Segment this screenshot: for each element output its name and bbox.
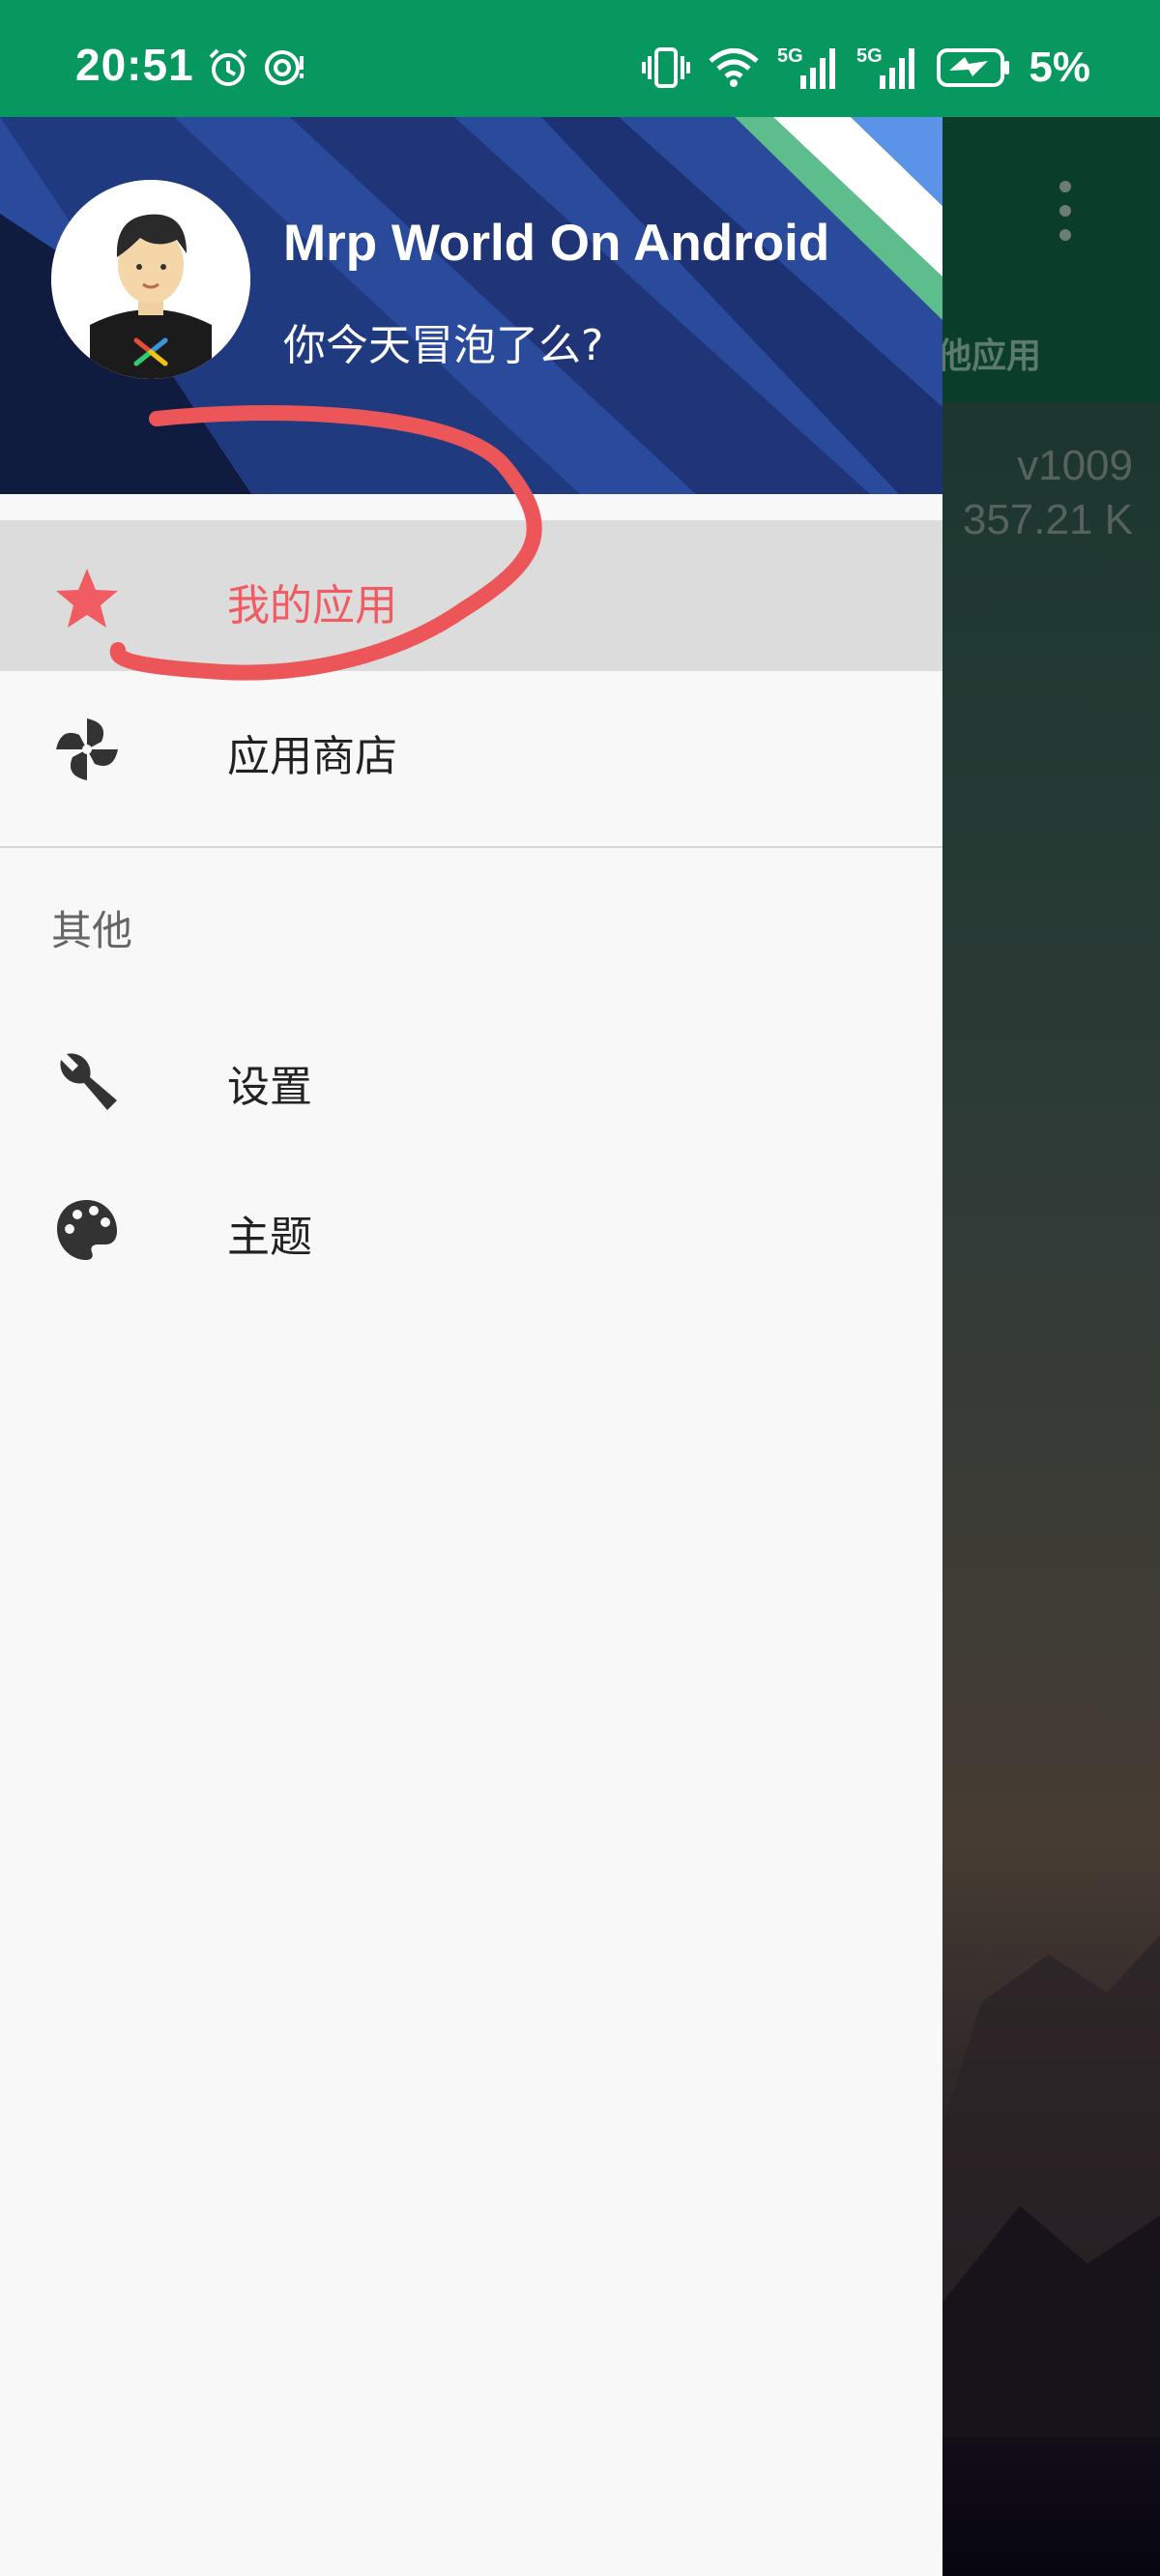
menu-item-settings[interactable]: 设置	[0, 1002, 942, 1153]
app-version-text: v1009	[1017, 442, 1133, 489]
background-tab-label[interactable]: 他应用	[942, 328, 1041, 378]
section-title-other: 其他	[51, 907, 133, 954]
avatar[interactable]	[51, 180, 250, 379]
app-size-text: 357.21 K	[962, 496, 1133, 543]
drawer-title: Mrp World On Android	[283, 215, 830, 272]
star-icon	[56, 569, 118, 628]
network-type-label: 5G	[777, 45, 803, 67]
user-avatar-image	[51, 180, 250, 379]
menu-item-label: 我的应用	[227, 581, 397, 630]
vibrate-icon	[642, 47, 691, 88]
battery-percent: 5%	[1029, 44, 1090, 91]
drawer-header: Mrp World On Android 你今天冒泡了么?	[0, 117, 942, 494]
menu-item-my-apps[interactable]: 我的应用	[0, 520, 942, 671]
background-screen[interactable]: 他应用 v1009 357.21 K	[942, 117, 1160, 2576]
menu-item-label: 应用商店	[227, 732, 397, 781]
section-divider	[0, 846, 942, 848]
background-toolbar: 他应用	[942, 117, 1160, 402]
status-bar: 20:51 5G 5G 5%	[0, 0, 1160, 117]
overflow-menu-icon[interactable]	[1051, 177, 1080, 245]
signal-icon: 5G	[777, 45, 836, 89]
menu-item-label: 设置	[227, 1063, 312, 1112]
signal-icon: 5G	[856, 45, 915, 89]
navigation-drawer: Mrp World On Android 你今天冒泡了么? 我的应用 应用商店 …	[0, 117, 942, 2576]
background-mountains	[942, 1935, 1160, 2438]
drawer-subtitle: 你今天冒泡了么?	[283, 321, 604, 370]
palette-icon	[57, 1200, 117, 1260]
alarm-icon	[209, 48, 247, 86]
menu-item-label: 主题	[227, 1213, 312, 1262]
menu-item-theme[interactable]: 主题	[0, 1152, 942, 1303]
menu-item-app-store[interactable]: 应用商店	[0, 671, 942, 822]
network-type-label: 5G	[856, 45, 883, 67]
wifi-icon	[709, 48, 760, 87]
pinwheel-icon	[56, 718, 118, 780]
wrench-icon	[60, 1053, 117, 1110]
status-time: 20:51	[75, 40, 194, 90]
battery-charging-icon	[937, 48, 1010, 87]
status-icons: 5G 5G 5%	[642, 43, 1090, 93]
eye-comfort-icon	[265, 50, 304, 85]
